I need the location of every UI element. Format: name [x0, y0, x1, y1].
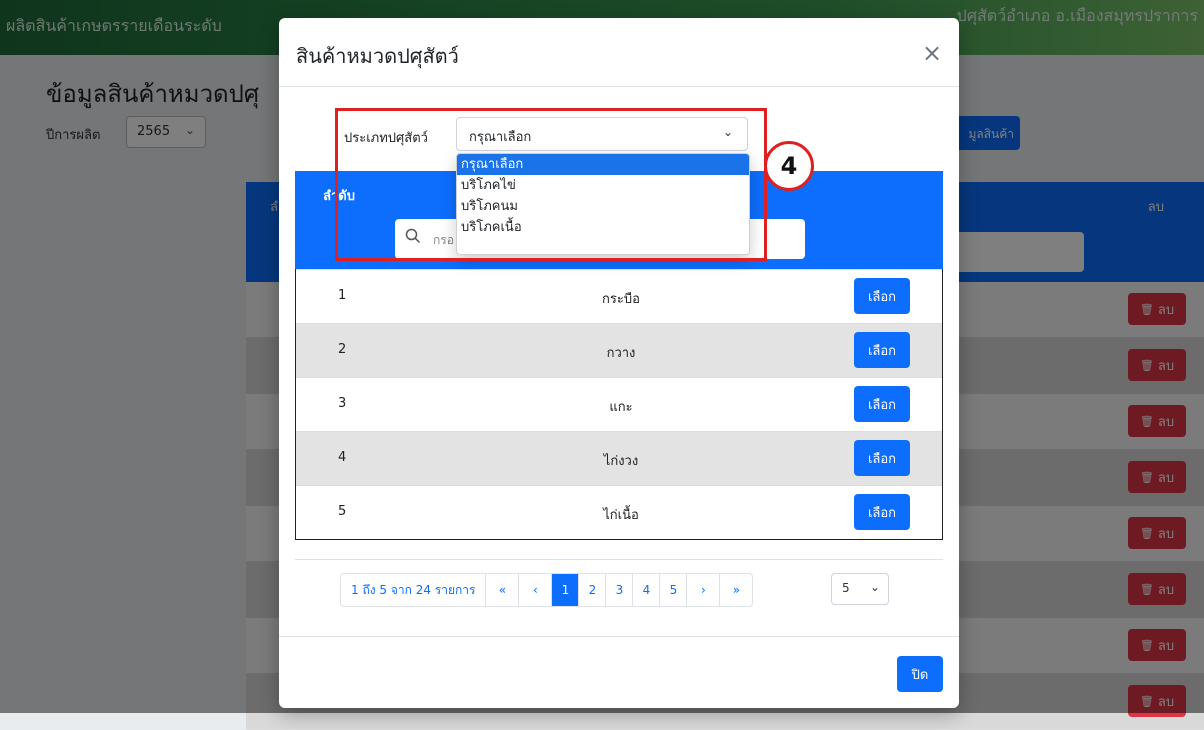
row-number: 1: [338, 288, 347, 303]
table-body: 1 กระบือ เลือก 2 กวาง เลือก 3 แกะ เลือก …: [295, 269, 943, 540]
step-number-badge: 4: [764, 141, 814, 191]
row-name: แกะ: [609, 400, 633, 415]
row-name: กวาง: [606, 346, 636, 361]
page-size-select[interactable]: 5 ⌄: [831, 573, 889, 605]
chevron-down-icon: ⌄: [722, 125, 733, 139]
dropdown-option[interactable]: บริโภคนม: [457, 196, 749, 217]
dropdown-option[interactable]: กรุณาเลือก: [457, 154, 749, 175]
close-button[interactable]: ปิด: [897, 656, 943, 692]
dropdown-option[interactable]: บริโภคเนื้อ: [457, 217, 749, 238]
page-button-3[interactable]: 3: [606, 574, 634, 606]
row-name: ไก่งวง: [603, 454, 639, 469]
close-icon[interactable]: ×: [921, 41, 943, 65]
page-button-1[interactable]: 1: [552, 574, 580, 606]
row-name: ไก่เนื้อ: [603, 508, 639, 523]
livestock-type-label: ประเภทปศุสัตว์: [344, 131, 428, 146]
search-placeholder: กรอ: [433, 233, 454, 247]
livestock-type-select[interactable]: กรุณาเลือก ⌄: [456, 117, 748, 151]
table-row: 5 ไก่เนื้อ เลือก: [296, 485, 942, 539]
dropdown-option[interactable]: บริโภคไข่: [457, 175, 749, 196]
first-page-button[interactable]: «: [486, 574, 520, 606]
table-row: 2 กวาง เลือก: [296, 323, 942, 377]
page-size-value: 5: [842, 581, 850, 595]
pagination: 1 ถึง 5 จาก 24 รายการ « ‹ 1 2 3 4 5 › »: [340, 573, 754, 607]
select-button[interactable]: เลือก: [854, 278, 910, 314]
select-button[interactable]: เลือก: [854, 332, 910, 368]
row-name: กระบือ: [602, 292, 640, 307]
table-row: 1 กระบือ เลือก: [296, 269, 942, 323]
livestock-type-value: กรุณาเลือก: [469, 130, 532, 145]
search-icon: [405, 228, 421, 244]
page-button-4[interactable]: 4: [633, 574, 661, 606]
table-row: 3 แกะ เลือก: [296, 377, 942, 431]
row-number: 3: [338, 396, 347, 411]
modal-header: สินค้าหมวดปศุสัตว์ ×: [279, 18, 959, 87]
pagination-info: 1 ถึง 5 จาก 24 รายการ: [341, 574, 487, 606]
select-button[interactable]: เลือก: [854, 494, 910, 530]
divider: [295, 559, 943, 560]
select-button[interactable]: เลือก: [854, 386, 910, 422]
modal-footer-divider: [279, 636, 959, 637]
modal-dialog: สินค้าหมวดปศุสัตว์ × ประเภทปศุสัตว์ กรุณ…: [279, 18, 959, 708]
col-order: ลำดับ: [323, 189, 355, 204]
row-number: 2: [338, 342, 347, 357]
modal-title: สินค้าหมวดปศุสัตว์: [296, 44, 459, 68]
page-button-2[interactable]: 2: [579, 574, 607, 606]
page-button-5[interactable]: 5: [660, 574, 688, 606]
next-page-button[interactable]: ›: [687, 574, 721, 606]
prev-page-button[interactable]: ‹: [519, 574, 553, 606]
table-row: 4 ไก่งวง เลือก: [296, 431, 942, 485]
livestock-type-dropdown: กรุณาเลือก บริโภคไข่ บริโภคนม บริโภคเนื้…: [456, 153, 750, 255]
row-number: 4: [338, 450, 347, 465]
row-number: 5: [338, 504, 347, 519]
last-page-button[interactable]: »: [720, 574, 752, 606]
select-button[interactable]: เลือก: [854, 440, 910, 476]
chevron-down-icon: ⌄: [869, 580, 880, 594]
